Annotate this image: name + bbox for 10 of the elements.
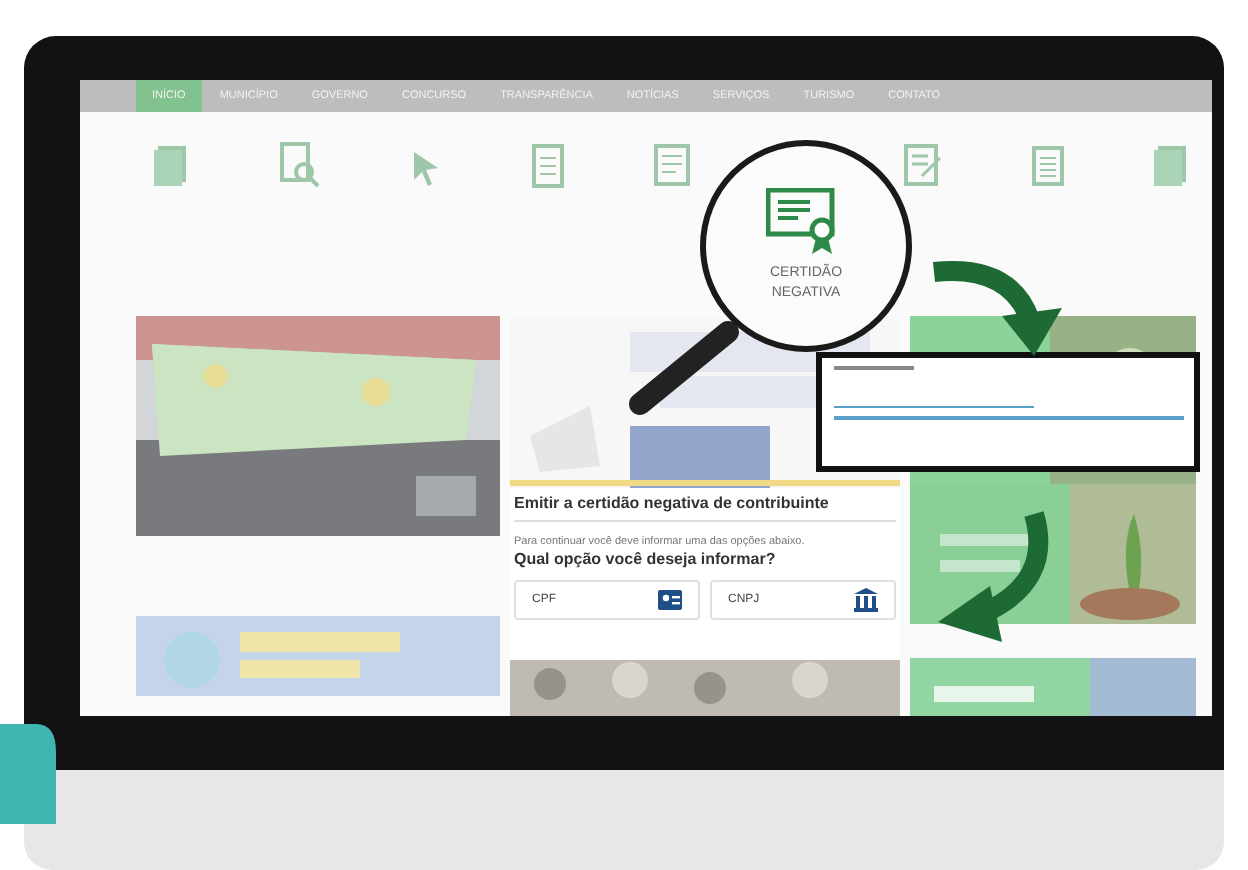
form-question: Qual opção você deseja informar?	[514, 550, 778, 568]
id-card-icon	[658, 588, 682, 612]
stand-shape	[0, 724, 60, 824]
edit-document-icon	[898, 140, 946, 188]
document-icon	[648, 140, 696, 188]
form-title: Emitir a certidão negativa de contribuinte	[514, 494, 896, 522]
blurred-text-line	[834, 366, 914, 369]
curved-arrow	[933, 261, 1062, 356]
bank-icon	[854, 588, 878, 612]
curved-arrow	[938, 511, 1049, 642]
